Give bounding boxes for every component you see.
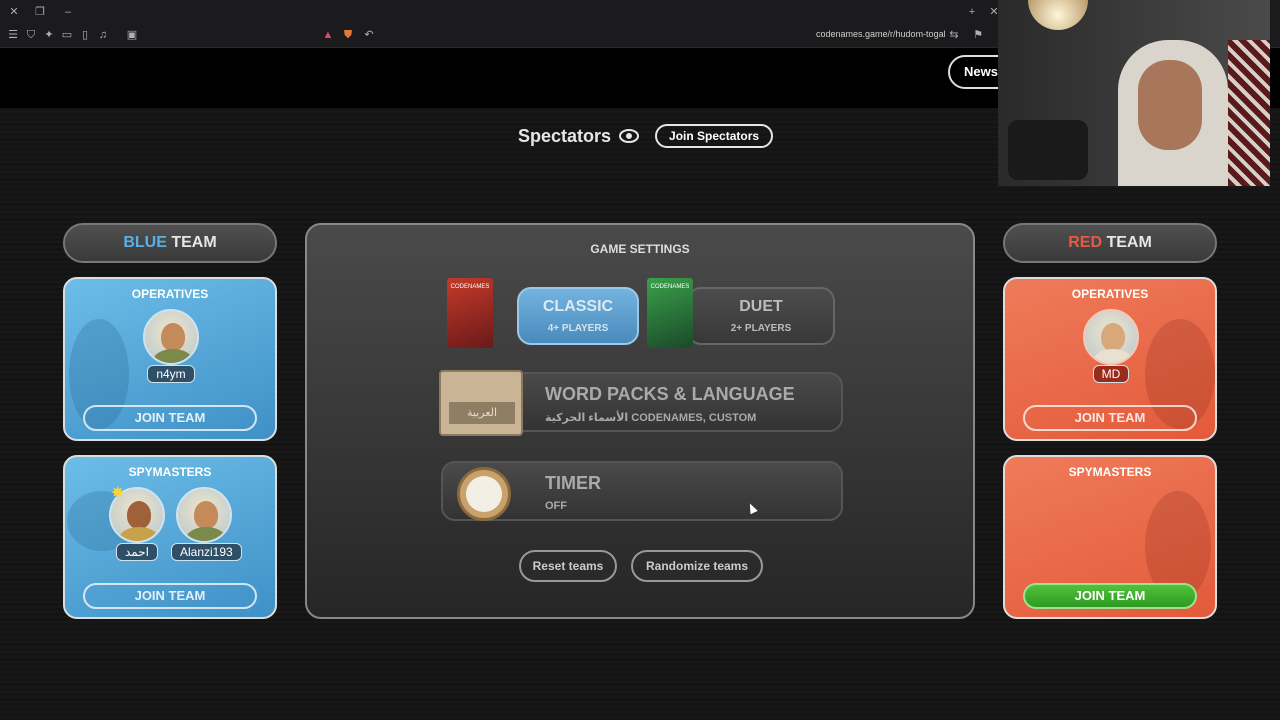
red-operatives-join-button[interactable]: JOIN TEAM xyxy=(1023,405,1197,431)
address-bar-url[interactable]: codenames.game/r/hudom-togal xyxy=(816,29,946,39)
camera-object-shape xyxy=(1008,120,1088,180)
mode-duet-button[interactable]: DUET 2+ PLAYERS xyxy=(687,287,835,345)
blue-operatives-join-button[interactable]: JOIN TEAM xyxy=(83,405,257,431)
tabs-icon[interactable]: ▭ xyxy=(60,28,74,42)
close-window-icon[interactable]: ✕ xyxy=(6,4,22,20)
blue-team-title-colored: BLUE xyxy=(123,234,167,251)
blue-operatives-title: OPERATIVES xyxy=(131,287,209,301)
avatar xyxy=(176,487,232,543)
language-tile-text: العربية xyxy=(449,402,515,424)
translate-icon[interactable]: ⇆ xyxy=(947,28,961,42)
shield-icon[interactable]: ⛉ xyxy=(24,28,38,42)
duet-box-art: CODENAMES xyxy=(647,278,693,348)
bookmark-icon[interactable]: ⚑ xyxy=(971,28,985,42)
blue-team-header: BLUE TEAM xyxy=(63,223,277,263)
timer-title: TIMER xyxy=(545,473,601,493)
mode-classic-label: CLASSIC xyxy=(542,298,614,315)
player-slot[interactable]: Alanzi193 xyxy=(171,487,242,561)
patterned-fabric xyxy=(1228,40,1270,186)
mode-duet-label: DUET xyxy=(739,298,783,315)
red-spymasters-title: SPYMASTERS xyxy=(1068,465,1152,479)
person-face-shape xyxy=(1138,60,1202,150)
warning-icon[interactable]: ▲ xyxy=(321,28,335,42)
avatar xyxy=(143,309,199,365)
webcam-overlay xyxy=(998,0,1270,186)
player-name-tag: MD xyxy=(1092,365,1130,383)
blue-spymasters-card: SPYMASTERS احمد ✸ Alanzi193 JOIN TEAM xyxy=(63,455,277,619)
mode-classic-sub: 4+ PLAYERS xyxy=(547,323,609,334)
crown-star-icon: ✸ xyxy=(111,485,125,502)
language-tile: العربية xyxy=(439,370,523,436)
new-tab-icon[interactable]: + xyxy=(964,4,980,20)
avatar xyxy=(1083,309,1139,365)
timer-sub: OFF xyxy=(545,500,567,512)
game-settings-panel: GAME SETTINGS CLASSIC 4+ PLAYERS CODENAM… xyxy=(305,223,975,619)
duet-box-art-text: CODENAMES xyxy=(650,284,690,290)
menu-icon[interactable]: ☰ xyxy=(6,28,20,42)
randomize-teams-button[interactable]: Randomize teams xyxy=(631,550,763,582)
red-operatives-title: OPERATIVES xyxy=(1071,287,1149,301)
music-icon[interactable]: ♫ xyxy=(96,28,110,42)
player-name-tag: n4ym xyxy=(147,365,195,383)
spectators-title: Spectators xyxy=(518,125,612,146)
red-spymasters-join-button[interactable]: JOIN TEAM xyxy=(1023,583,1197,609)
pin-icon[interactable]: ✦ xyxy=(42,28,56,42)
blue-spymasters-join-button[interactable]: JOIN TEAM xyxy=(83,583,257,609)
red-team-header: RED TEAM xyxy=(1003,223,1217,263)
classic-box-art-text: CODENAMES xyxy=(450,284,490,290)
red-operatives-card: OPERATIVES MD JOIN TEAM xyxy=(1003,277,1217,441)
stopwatch-icon xyxy=(457,467,511,521)
spectators-row: Spectators Join Spectators xyxy=(518,124,774,148)
player-name-tag: Alanzi193 xyxy=(171,543,242,561)
minimize-window-icon[interactable]: – xyxy=(60,4,76,20)
classic-box-art: CODENAMES xyxy=(447,278,493,348)
red-spymasters-card: SPYMASTERS JOIN TEAM xyxy=(1003,455,1217,619)
blue-team-title-rest: TEAM xyxy=(166,234,217,251)
game-settings-title: GAME SETTINGS xyxy=(590,242,690,256)
reload-icon[interactable]: ↶ xyxy=(362,28,376,42)
word-packs-row[interactable]: العربية WORD PACKS & LANGUAGE الأسماء ال… xyxy=(439,370,843,436)
word-packs-title: WORD PACKS & LANGUAGE xyxy=(545,384,795,404)
timer-row[interactable]: TIMER OFF xyxy=(441,461,843,521)
blue-spymasters-title: SPYMASTERS xyxy=(128,465,212,479)
player-slot[interactable]: n4ym xyxy=(141,309,201,383)
lamp-shape xyxy=(1028,0,1088,30)
red-team-title-rest: TEAM xyxy=(1102,234,1152,251)
blue-operatives-card: OPERATIVES n4ym JOIN TEAM xyxy=(63,277,277,441)
join-spectators-button[interactable]: Join Spectators xyxy=(655,124,774,148)
sidebar-icon[interactable]: ▯ xyxy=(78,28,92,42)
player-slot[interactable]: MD xyxy=(1081,309,1141,383)
mode-duet-sub: 2+ PLAYERS xyxy=(730,323,792,334)
player-name-tag: احمد xyxy=(116,543,158,561)
word-packs-sub: الأسماء الحركية CODENAMES, CUSTOM xyxy=(545,412,757,424)
screenshot-icon[interactable]: ▣ xyxy=(125,28,139,42)
restore-window-icon[interactable]: ❐ xyxy=(32,4,48,20)
brave-shield-icon[interactable]: ⛊ xyxy=(341,28,355,42)
reset-teams-button[interactable]: Reset teams xyxy=(519,550,617,582)
red-team-title-colored: RED xyxy=(1068,234,1102,251)
mode-classic-button[interactable]: CLASSIC 4+ PLAYERS xyxy=(517,287,639,345)
eye-icon xyxy=(619,129,640,143)
